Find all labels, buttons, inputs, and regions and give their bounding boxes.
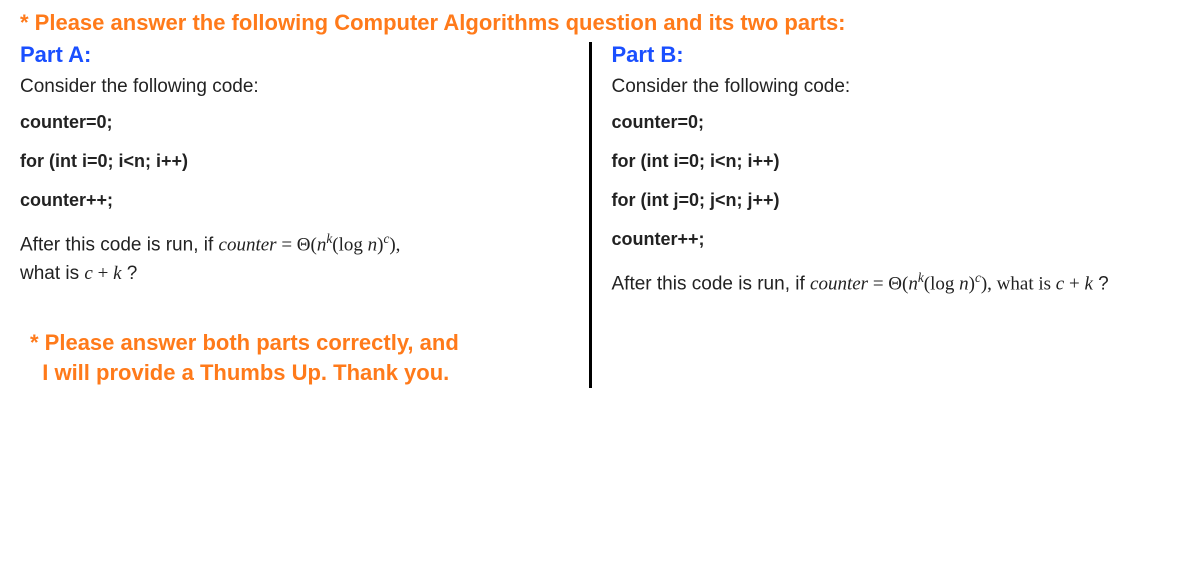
math-var: k — [1084, 273, 1092, 294]
math-var: k — [113, 263, 121, 284]
math-var: n — [317, 234, 327, 255]
math-var: counter — [810, 273, 868, 294]
question-title: * Please answer the following Computer A… — [20, 10, 1180, 36]
math-text: ), — [389, 234, 400, 255]
math-var: c — [1056, 273, 1064, 294]
math-eq: = — [277, 234, 297, 255]
math-text: (log — [924, 273, 959, 294]
text: ? — [122, 263, 138, 284]
text: After this code is run, if — [20, 234, 219, 255]
code-line: for (int i=0; i<n; i++) — [20, 151, 569, 172]
text: After this code is run, if — [612, 273, 811, 294]
footer-note: * Please answer both parts correctly, an… — [20, 328, 569, 387]
part-a-intro: Consider the following code: — [20, 76, 569, 98]
math-plus: + — [93, 263, 113, 284]
part-a-label: Part A: — [20, 42, 569, 68]
part-a-column: Part A: Consider the following code: cou… — [20, 42, 589, 388]
math-var: n — [368, 234, 378, 255]
code-line: counter=0; — [612, 112, 1161, 133]
math-plus: + — [1064, 273, 1084, 294]
math-var: n — [959, 273, 969, 294]
part-a-question: After this code is run, if counter = Θ(n… — [20, 229, 569, 288]
math-var: counter — [219, 234, 277, 255]
math-theta: Θ( — [888, 273, 908, 294]
footer-line: * Please answer both parts correctly, an… — [30, 330, 459, 355]
math-var: c — [84, 263, 92, 284]
code-line: for (int j=0; j<n; j++) — [612, 190, 1161, 211]
part-b-column: Part B: Consider the following code: cou… — [589, 42, 1181, 388]
part-b-intro: Consider the following code: — [612, 76, 1161, 98]
code-line: counter++; — [20, 190, 569, 211]
math-theta: Θ( — [297, 234, 317, 255]
math-var: n — [908, 273, 918, 294]
math-text: ), what is — [981, 273, 1056, 294]
math-text: (log — [332, 234, 367, 255]
text: what is — [20, 263, 84, 284]
math-eq: = — [868, 273, 888, 294]
code-line: for (int i=0; i<n; i++) — [612, 151, 1161, 172]
parts-container: Part A: Consider the following code: cou… — [20, 42, 1180, 388]
code-line: counter++; — [612, 229, 1161, 250]
footer-line: I will provide a Thumbs Up. Thank you. — [42, 360, 449, 385]
part-b-label: Part B: — [612, 42, 1161, 68]
part-b-question: After this code is run, if counter = Θ(n… — [612, 268, 1161, 299]
text: ? — [1093, 273, 1109, 294]
code-line: counter=0; — [20, 112, 569, 133]
